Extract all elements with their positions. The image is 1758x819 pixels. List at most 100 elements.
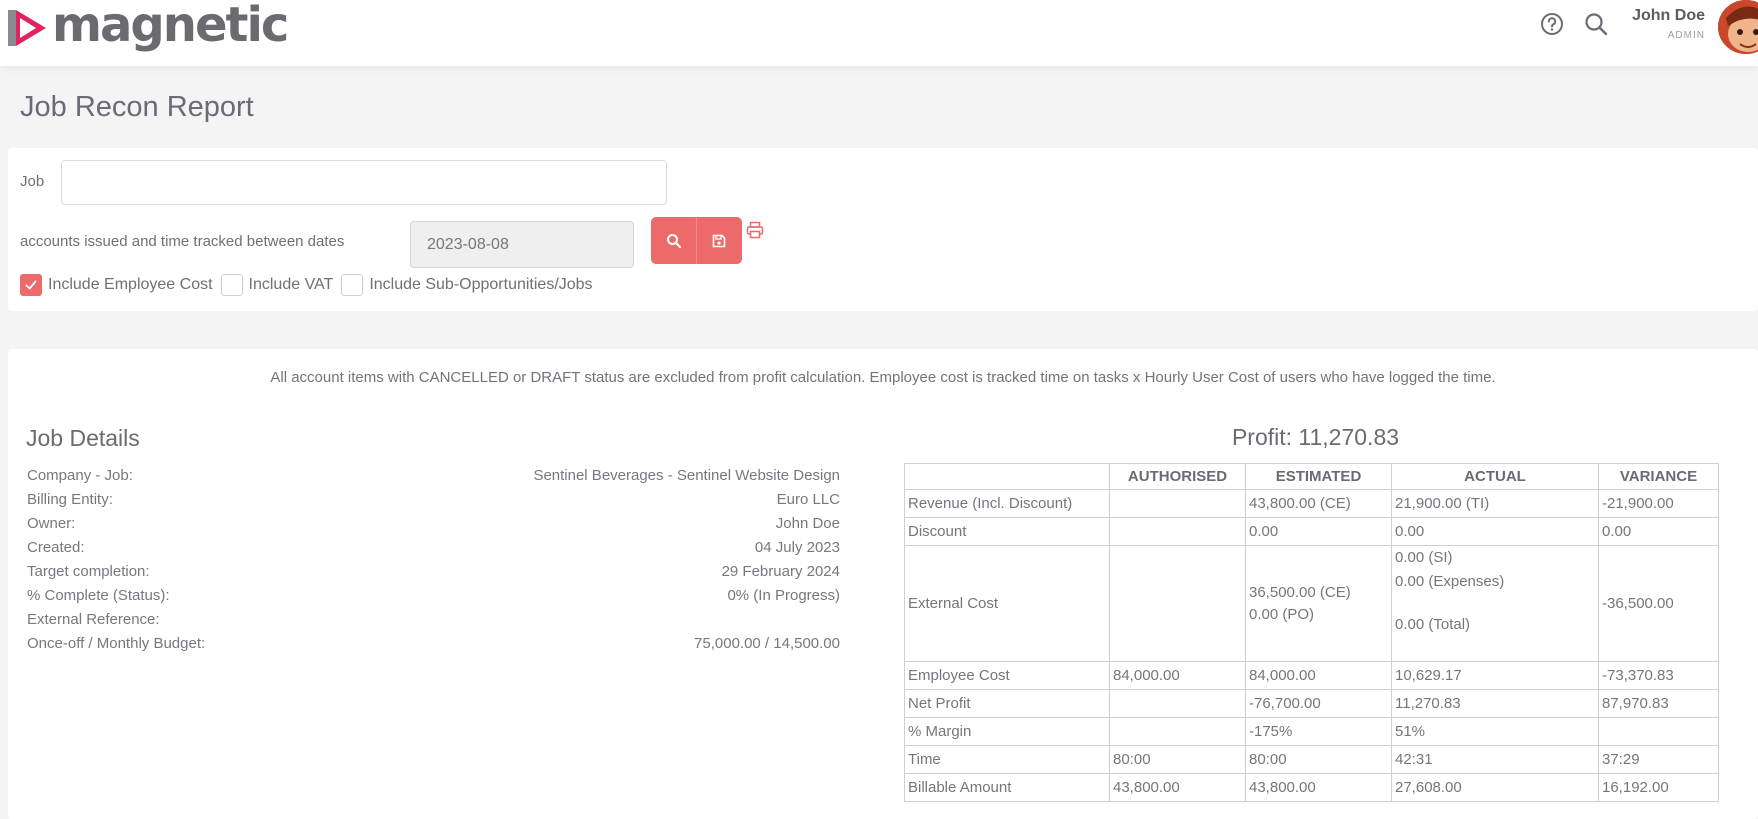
table-row-margin: % Margin -175% 51% bbox=[904, 717, 1719, 746]
table-row-employee-cost: Employee Cost 84,000.00 84,000.00 10,629… bbox=[904, 661, 1719, 690]
user-name[interactable]: John Doe bbox=[1632, 7, 1705, 25]
detail-value: Sentinel Beverages - Sentinel Website De… bbox=[533, 467, 840, 484]
recon-table: AUTHORISED ESTIMATED ACTUAL VARIANCE Rev… bbox=[904, 463, 1719, 802]
cell-estimated: 43,800.00 (CE) bbox=[1245, 489, 1392, 518]
detail-row-company-job: Company - Job: Sentinel Beverages - Sent… bbox=[27, 467, 840, 491]
logo-mark-icon bbox=[8, 10, 46, 46]
detail-label: Once-off / Monthly Budget: bbox=[27, 635, 206, 652]
cell-estimated: 80:00 bbox=[1245, 745, 1392, 774]
cell-variance: -21,900.00 bbox=[1598, 489, 1719, 518]
table-row-revenue: Revenue (Incl. Discount) 43,800.00 (CE) … bbox=[904, 489, 1719, 518]
avatar-image bbox=[1718, 0, 1758, 54]
detail-label: Company - Job: bbox=[27, 467, 133, 484]
table-row-discount: Discount 0.00 0.00 0.00 bbox=[904, 517, 1719, 546]
header-cell bbox=[904, 463, 1110, 490]
help-icon[interactable] bbox=[1539, 11, 1565, 37]
detail-row-billing-entity: Billing Entity: Euro LLC bbox=[27, 491, 840, 515]
job-details-title: Job Details bbox=[26, 425, 140, 451]
brand-name: magnetic bbox=[52, 0, 289, 53]
date-input[interactable] bbox=[410, 221, 634, 268]
cell-actual: 27,608.00 bbox=[1391, 773, 1599, 802]
job-input[interactable] bbox=[61, 160, 667, 205]
actual-si: 0.00 (SI) bbox=[1395, 549, 1453, 566]
cell-variance: 37:29 bbox=[1598, 745, 1719, 774]
brand-logo[interactable]: magnetic bbox=[8, 0, 289, 53]
table-row-time: Time 80:00 80:00 42:31 37:29 bbox=[904, 745, 1719, 774]
results-panel: All account items with CANCELLED or DRAF… bbox=[8, 349, 1758, 819]
detail-label: External Reference: bbox=[27, 611, 160, 628]
cell-authorised: 43,800.00 bbox=[1109, 773, 1246, 802]
include-sub-opportunities-label[interactable]: Include Sub-Opportunities/Jobs bbox=[369, 276, 592, 294]
cell-estimated: 84,000.00 bbox=[1245, 661, 1392, 690]
detail-label: Target completion: bbox=[27, 563, 150, 580]
table-row-billable-amount: Billable Amount 43,800.00 43,800.00 27,6… bbox=[904, 773, 1719, 802]
table-row-external-cost: External Cost 36,500.00 (CE) 0.00 (PO) 0… bbox=[904, 545, 1719, 662]
include-sub-opportunities-checkbox[interactable] bbox=[341, 274, 364, 296]
search-icon bbox=[666, 233, 681, 248]
check-icon bbox=[25, 280, 37, 290]
row-label: % Margin bbox=[904, 717, 1110, 746]
profit-heading: Profit: 11,270.83 bbox=[1231, 424, 1400, 450]
row-label: Revenue (Incl. Discount) bbox=[904, 489, 1110, 518]
job-label: Job bbox=[20, 173, 45, 190]
cell-estimated: 0.00 bbox=[1245, 517, 1392, 546]
search-button[interactable] bbox=[651, 217, 696, 264]
header-variance: VARIANCE bbox=[1598, 463, 1719, 490]
estimated-ce: 36,500.00 (CE) bbox=[1249, 583, 1351, 601]
save-button[interactable] bbox=[696, 217, 741, 264]
cell-authorised bbox=[1109, 545, 1246, 662]
cell-estimated: 43,800.00 bbox=[1245, 773, 1392, 802]
header-actual: ACTUAL bbox=[1391, 463, 1599, 490]
detail-row-created: Created: 04 July 2023 bbox=[27, 539, 840, 563]
row-label: Time bbox=[904, 745, 1110, 774]
filter-panel: Job accounts issued and time tracked bet… bbox=[8, 148, 1758, 311]
cell-variance bbox=[1598, 717, 1719, 746]
exclusion-notice: All account items with CANCELLED or DRAF… bbox=[270, 369, 1496, 386]
job-details-list: Company - Job: Sentinel Beverages - Sent… bbox=[27, 467, 840, 659]
cell-authorised: 80:00 bbox=[1109, 745, 1246, 774]
detail-label: Created: bbox=[27, 539, 85, 556]
include-employee-cost-label[interactable]: Include Employee Cost bbox=[48, 276, 213, 294]
top-bar: magnetic John Doe ADMIN bbox=[0, 0, 1758, 66]
include-employee-cost-checkbox[interactable] bbox=[20, 274, 42, 296]
options-row: Include Employee Cost Include VAT Includ… bbox=[20, 274, 601, 296]
table-header-row: AUTHORISED ESTIMATED ACTUAL VARIANCE bbox=[904, 463, 1719, 490]
row-label: Discount bbox=[904, 517, 1110, 546]
detail-label: Billing Entity: bbox=[27, 491, 113, 508]
cell-authorised: 84,000.00 bbox=[1109, 661, 1246, 690]
user-avatar[interactable] bbox=[1718, 0, 1758, 54]
include-vat-checkbox[interactable] bbox=[220, 274, 243, 296]
detail-row-external-reference: External Reference: bbox=[27, 611, 840, 635]
cell-estimated: 36,500.00 (CE) 0.00 (PO) bbox=[1245, 545, 1392, 662]
cell-authorised bbox=[1109, 717, 1246, 746]
cell-variance: -36,500.00 bbox=[1598, 545, 1719, 662]
cell-actual: 0.00 (SI) 0.00 (Expenses) 0.00 (Total) bbox=[1391, 545, 1599, 662]
cell-estimated: -175% bbox=[1245, 717, 1392, 746]
header-estimated: ESTIMATED bbox=[1245, 463, 1392, 490]
action-button-group bbox=[651, 217, 742, 264]
cell-actual: 21,900.00 (TI) bbox=[1391, 489, 1599, 518]
cell-actual: 42:31 bbox=[1391, 745, 1599, 774]
actual-expenses: 0.00 (Expenses) bbox=[1395, 573, 1505, 590]
row-label: External Cost bbox=[904, 545, 1110, 662]
detail-value: 75,000.00 / 14,500.00 bbox=[694, 635, 840, 652]
cell-authorised bbox=[1109, 517, 1246, 546]
cell-variance: 87,970.83 bbox=[1598, 689, 1719, 718]
cell-actual: 10,629.17 bbox=[1391, 661, 1599, 690]
detail-row-complete-status: % Complete (Status): 0% (In Progress) bbox=[27, 587, 840, 611]
detail-label: Owner: bbox=[27, 515, 76, 532]
cell-actual: 11,270.83 bbox=[1391, 689, 1599, 718]
save-icon bbox=[712, 234, 726, 247]
actual-total: 0.00 (Total) bbox=[1395, 616, 1471, 633]
estimated-po: 0.00 (PO) bbox=[1249, 605, 1315, 623]
dates-label: accounts issued and time tracked between… bbox=[20, 233, 345, 250]
cell-authorised bbox=[1109, 489, 1246, 518]
detail-value: Euro LLC bbox=[776, 491, 840, 508]
detail-row-target-completion: Target completion: 29 February 2024 bbox=[27, 563, 840, 587]
detail-row-owner: Owner: John Doe bbox=[27, 515, 840, 539]
print-icon[interactable] bbox=[746, 221, 764, 239]
search-icon[interactable] bbox=[1583, 11, 1609, 37]
detail-value: John Doe bbox=[775, 515, 840, 532]
include-vat-label[interactable]: Include VAT bbox=[249, 276, 334, 294]
row-label: Net Profit bbox=[904, 689, 1110, 718]
